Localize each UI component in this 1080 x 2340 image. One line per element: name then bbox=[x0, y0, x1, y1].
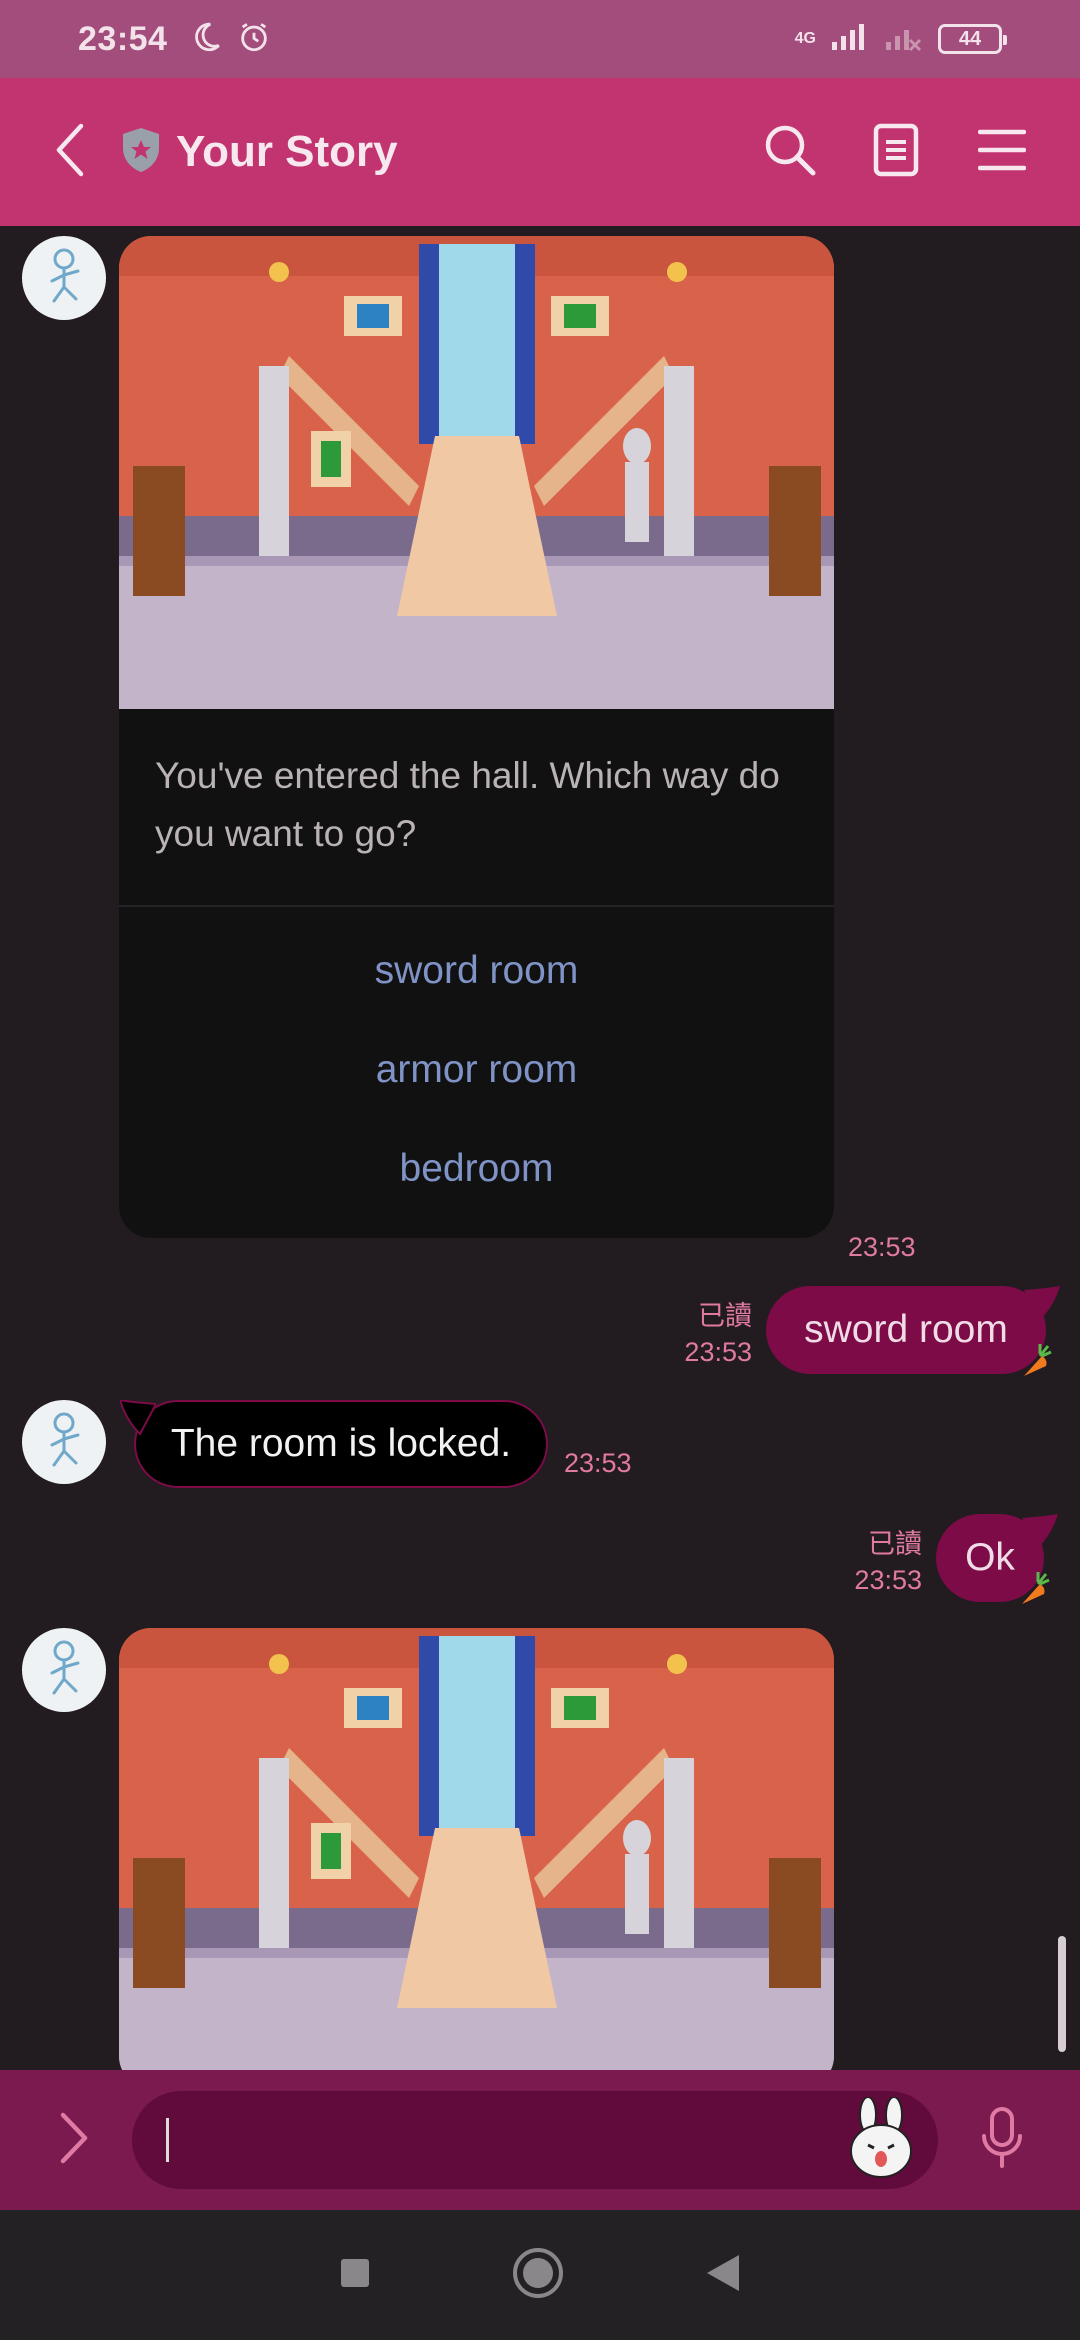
read-label: 已讀 bbox=[698, 1301, 752, 1331]
bubble-tail bbox=[1022, 1514, 1058, 1548]
bot-avatar[interactable] bbox=[22, 1400, 106, 1484]
app-header: Your Story bbox=[0, 78, 1080, 226]
chevron-right-icon bbox=[59, 2111, 89, 2170]
bubble-tail bbox=[1024, 1286, 1060, 1320]
search-icon bbox=[763, 123, 817, 182]
option-armor-room[interactable]: armor room bbox=[119, 1020, 834, 1119]
read-label: 已讀 bbox=[868, 1529, 922, 1559]
menu-icon bbox=[977, 128, 1027, 177]
outgoing-bubble[interactable]: sword room bbox=[766, 1286, 1060, 1376]
shield-star-icon bbox=[120, 126, 162, 179]
message-text: The room is locked. bbox=[170, 1422, 512, 1465]
home-circle-icon[interactable] bbox=[511, 2246, 565, 2305]
document-icon bbox=[873, 123, 919, 182]
page-title: Your Story bbox=[176, 127, 398, 176]
status-icons-right: 4G 44 bbox=[794, 22, 1007, 57]
incoming-bubble[interactable]: The room is locked. bbox=[120, 1400, 548, 1488]
search-button[interactable] bbox=[760, 122, 820, 182]
message-time: 23:53 bbox=[854, 1565, 922, 1595]
read-receipt: 已讀 23:53 bbox=[670, 1298, 752, 1370]
hall-image[interactable] bbox=[119, 1628, 834, 2070]
network-type: 4G bbox=[794, 30, 816, 47]
bot-avatar[interactable] bbox=[22, 236, 106, 320]
bubble-tail bbox=[120, 1400, 156, 1436]
option-sword-room[interactable]: sword room bbox=[119, 921, 834, 1020]
message-input[interactable] bbox=[132, 2091, 938, 2189]
status-icons-left bbox=[189, 20, 271, 59]
battery-icon: 44 bbox=[938, 24, 1007, 54]
microphone-button[interactable] bbox=[962, 2070, 1042, 2210]
message-text: sword room bbox=[804, 1308, 1008, 1351]
recents-square-icon[interactable] bbox=[339, 2257, 371, 2294]
story-card: You've entered the hall. Which way do yo… bbox=[119, 236, 834, 1238]
carrot-sticker-icon bbox=[1024, 1344, 1052, 1376]
alarm-icon bbox=[237, 20, 271, 59]
back-button[interactable] bbox=[20, 78, 120, 226]
chat-area[interactable]: You've entered the hall. Which way do yo… bbox=[0, 226, 1080, 2070]
read-receipt: 已讀 23:53 bbox=[840, 1526, 922, 1598]
back-triangle-icon[interactable] bbox=[705, 2253, 741, 2298]
bot-avatar[interactable] bbox=[22, 1628, 106, 1712]
signal-off-icon bbox=[884, 22, 924, 57]
story-options: sword room armor room bedroom bbox=[119, 907, 834, 1238]
microphone-icon bbox=[978, 2106, 1026, 2175]
moon-icon bbox=[189, 20, 223, 59]
system-nav-bar bbox=[0, 2210, 1080, 2340]
expand-button[interactable] bbox=[24, 2070, 124, 2210]
option-bedroom[interactable]: bedroom bbox=[119, 1119, 834, 1218]
notes-button[interactable] bbox=[866, 122, 926, 182]
hall-image[interactable] bbox=[119, 236, 834, 709]
story-card bbox=[119, 1628, 834, 2070]
text-cursor bbox=[166, 2118, 169, 2162]
message-time: 23:53 bbox=[848, 1232, 916, 1262]
input-bar bbox=[0, 2070, 1080, 2210]
message-text: Ok bbox=[965, 1536, 1015, 1579]
signal-icon bbox=[830, 22, 870, 57]
back-arrow-icon bbox=[53, 122, 87, 183]
message-time: 23:53 bbox=[564, 1448, 632, 1478]
status-bar: 23:54 4G 44 bbox=[0, 0, 1080, 78]
story-text: You've entered the hall. Which way do yo… bbox=[119, 709, 834, 907]
message-time: 23:53 bbox=[684, 1337, 752, 1367]
menu-button[interactable] bbox=[972, 122, 1032, 182]
carrot-sticker-icon bbox=[1022, 1572, 1050, 1604]
outgoing-bubble[interactable]: Ok bbox=[936, 1514, 1058, 1604]
status-time: 23:54 bbox=[78, 19, 168, 58]
bunny-sticker-icon[interactable] bbox=[838, 2097, 924, 2183]
header-actions bbox=[760, 122, 1080, 182]
scrollbar[interactable] bbox=[1058, 1936, 1066, 2052]
title-area: Your Story bbox=[120, 126, 398, 179]
